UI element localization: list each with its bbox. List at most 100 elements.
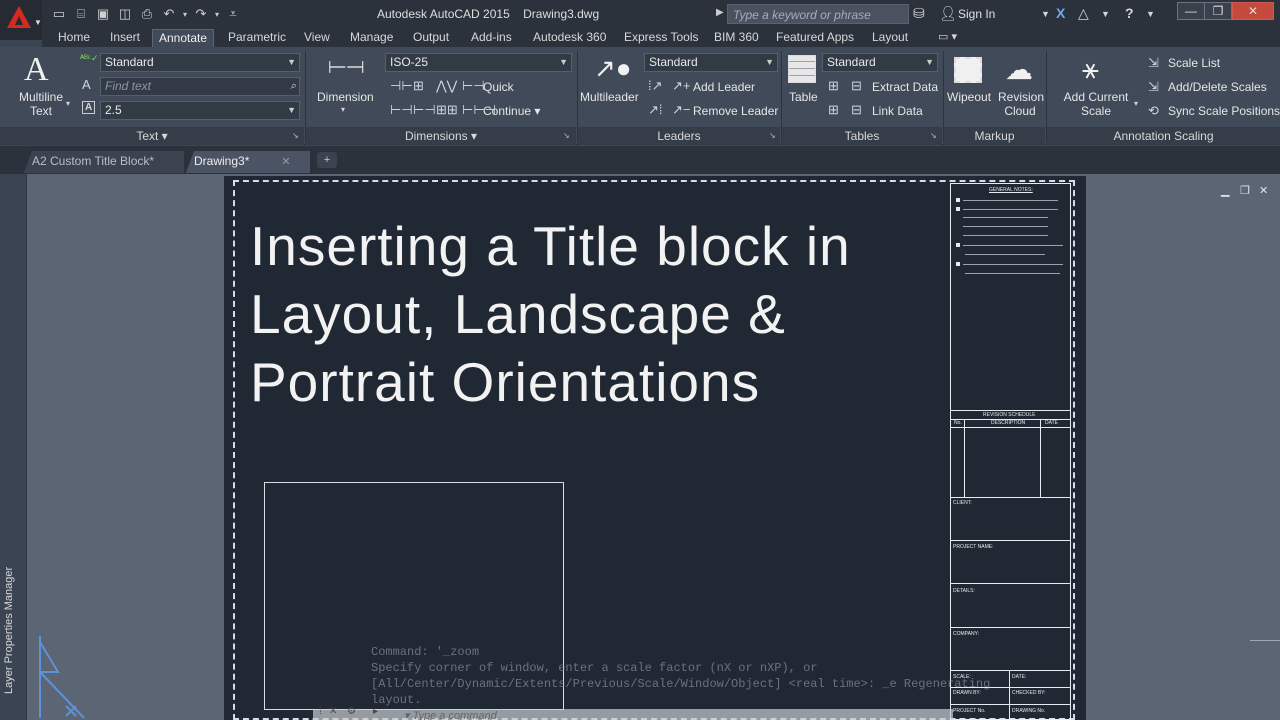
add-delete-scales-button[interactable]: Add/Delete Scales bbox=[1168, 80, 1267, 94]
multileader-icon[interactable]: ↗● bbox=[594, 53, 632, 84]
file-tab-a2-custom-title-block[interactable]: A2 Custom Title Block* bbox=[24, 151, 184, 173]
table-icon[interactable] bbox=[788, 55, 816, 83]
tab-layout[interactable]: Layout bbox=[866, 29, 914, 47]
extract-data-icon[interactable]: ⊟ bbox=[851, 78, 862, 94]
panel-options-icon[interactable]: ▭ ▾ bbox=[932, 29, 963, 47]
collect-leaders-icon[interactable]: ↗⁞ bbox=[648, 102, 663, 118]
new-icon[interactable]: ▭ bbox=[48, 6, 70, 22]
help-icon[interactable]: ? bbox=[1125, 5, 1134, 21]
chevron-down-icon[interactable]: ▼ bbox=[1146, 9, 1155, 19]
add-current-scale-button[interactable]: Add Current Scale bbox=[1061, 90, 1131, 118]
download-from-source-icon[interactable]: ⊞ bbox=[828, 78, 839, 94]
dialog-launcher-icon[interactable]: ↘ bbox=[292, 131, 299, 140]
binoculars-icon[interactable]: ⛁ bbox=[913, 5, 925, 22]
multileader-button[interactable]: Multileader bbox=[580, 90, 639, 104]
text-style-select[interactable]: Standard ▼ bbox=[100, 53, 300, 72]
table-style-select[interactable]: Standard ▼ bbox=[822, 53, 938, 72]
align-leaders-icon[interactable]: ⁞↗ bbox=[648, 78, 663, 94]
chevron-down-icon[interactable]: ▾ bbox=[341, 105, 345, 114]
link-data-icon[interactable]: ⊟ bbox=[851, 102, 862, 118]
plot-icon[interactable]: ⎙ bbox=[136, 6, 158, 22]
quick-dimension-button[interactable]: Quick bbox=[483, 80, 514, 94]
dimension-icon[interactable]: ⟝⟞ bbox=[328, 53, 365, 79]
tab-featured-apps[interactable]: Featured Apps bbox=[770, 29, 860, 47]
chevron-down-icon[interactable]: ▼ bbox=[1041, 9, 1050, 19]
customize-toolbar-icon[interactable]: ⩡ bbox=[222, 6, 244, 22]
dimensions-panel-title[interactable]: Dimensions ▾ bbox=[306, 127, 576, 145]
table-button[interactable]: Table bbox=[789, 90, 818, 104]
close-command-line-icon[interactable]: ✕ bbox=[329, 706, 337, 717]
dimension-button[interactable]: Dimension bbox=[317, 90, 374, 104]
find-text-input[interactable]: Find text ⌕ bbox=[100, 77, 300, 96]
quick-dimension-icon[interactable]: ⊢⊣ bbox=[462, 78, 485, 94]
viewport-close-button[interactable]: ✕ bbox=[1259, 184, 1268, 197]
viewport-minimize-button[interactable]: ▁ bbox=[1221, 184, 1229, 197]
dim-break-icon[interactable]: ⊣⊢ bbox=[390, 78, 413, 94]
sign-in-button[interactable]: Sign In bbox=[958, 7, 995, 21]
autodesk-360-icon[interactable]: △ bbox=[1078, 5, 1089, 22]
dim-oblique-icon[interactable]: ⊢⊣ bbox=[413, 102, 436, 118]
dialog-launcher-icon[interactable]: ↘ bbox=[563, 131, 570, 140]
tab-view[interactable]: View bbox=[298, 29, 336, 47]
title-block[interactable]: GENERAL NOTES: REVISION SCHEDULE No. DES… bbox=[950, 183, 1071, 720]
dim-override-icon[interactable]: ⊞⊞ bbox=[436, 102, 458, 118]
wipeout-icon[interactable] bbox=[954, 57, 982, 83]
upload-to-source-icon[interactable]: ⊞ bbox=[828, 102, 839, 118]
dim-space-icon[interactable]: ⊢⊣ bbox=[390, 102, 413, 118]
open-icon[interactable]: ⌸ bbox=[70, 6, 92, 22]
scale-list-icon[interactable]: ⇲ bbox=[1148, 55, 1159, 71]
text-panel-title[interactable]: Text ▾ bbox=[0, 127, 304, 145]
dimension-style-select[interactable]: ISO-25 ▼ bbox=[385, 53, 572, 72]
tab-home[interactable]: Home bbox=[52, 29, 96, 47]
tab-annotate[interactable]: Annotate bbox=[152, 29, 215, 47]
add-current-scale-icon[interactable]: ⚹ bbox=[1082, 53, 1099, 86]
chevron-down-icon[interactable]: ▼ bbox=[1101, 9, 1110, 19]
dim-inspect-icon[interactable]: ⋀⋁ bbox=[436, 78, 457, 94]
remove-leader-button[interactable]: Remove Leader bbox=[693, 104, 778, 118]
add-leader-icon[interactable]: ↗+ bbox=[672, 78, 690, 94]
extract-data-button[interactable]: Extract Data bbox=[872, 80, 938, 94]
file-tab-drawing3[interactable]: Drawing3* ✕ bbox=[186, 151, 310, 173]
sync-scale-positions-icon[interactable]: ⟲ bbox=[1148, 103, 1159, 119]
tab-parametric[interactable]: Parametric bbox=[222, 29, 292, 47]
multiline-text-button[interactable]: Multiline Text bbox=[17, 90, 65, 118]
spell-check-icon[interactable]: ᴬᴮᶜ✓ bbox=[80, 53, 99, 64]
multileader-style-select[interactable]: Standard ▼ bbox=[644, 53, 778, 72]
link-data-button[interactable]: Link Data bbox=[872, 104, 923, 118]
wipeout-button[interactable]: Wipeout bbox=[947, 90, 991, 104]
dialog-launcher-icon[interactable]: ↘ bbox=[930, 131, 937, 140]
add-delete-scales-icon[interactable]: ⇲ bbox=[1148, 79, 1159, 95]
command-grip-icon[interactable]: ⁞ bbox=[319, 706, 322, 717]
revision-cloud-button[interactable]: Revision Cloud bbox=[998, 90, 1044, 118]
application-menu-button[interactable]: ▼ bbox=[0, 0, 42, 40]
search-input[interactable]: Type a keyword or phrase bbox=[727, 4, 909, 24]
tab-insert[interactable]: Insert bbox=[104, 29, 146, 47]
tab-manage[interactable]: Manage bbox=[344, 29, 399, 47]
dialog-launcher-icon[interactable]: ↘ bbox=[769, 131, 776, 140]
scale-list-button[interactable]: Scale List bbox=[1168, 56, 1220, 70]
maximize-button[interactable]: ❐ bbox=[1204, 2, 1232, 20]
save-as-icon[interactable]: ◫ bbox=[114, 6, 136, 22]
add-leader-button[interactable]: Add Leader bbox=[693, 80, 755, 94]
tab-add-ins[interactable]: Add-ins bbox=[465, 29, 518, 47]
remove-leader-icon[interactable]: ↗− bbox=[672, 102, 690, 118]
close-tab-icon[interactable]: ✕ bbox=[281, 156, 290, 168]
new-tab-button[interactable]: + bbox=[317, 152, 337, 168]
revision-cloud-icon[interactable]: ☁ bbox=[1005, 53, 1033, 86]
multiline-text-icon[interactable]: A bbox=[24, 51, 49, 89]
chevron-down-icon[interactable]: ▾ bbox=[66, 99, 70, 108]
undo-icon[interactable]: ↶ bbox=[158, 6, 180, 22]
layer-properties-palette[interactable]: Layer Properties Manager bbox=[0, 174, 27, 720]
text-height-select[interactable]: 2.5 ▼ bbox=[100, 101, 300, 120]
continue-dimension-button[interactable]: Continue ▾ bbox=[483, 104, 540, 118]
sync-scale-positions-button[interactable]: Sync Scale Positions bbox=[1168, 104, 1280, 118]
command-input[interactable]: ▾ Type a command bbox=[404, 709, 497, 720]
save-icon[interactable]: ▣ bbox=[92, 6, 114, 22]
chevron-down-icon[interactable]: ▾ bbox=[1134, 99, 1138, 108]
tab-output[interactable]: Output bbox=[407, 29, 455, 47]
exchange-apps-icon[interactable]: X bbox=[1056, 5, 1065, 21]
customize-command-line-icon[interactable]: ⚙ bbox=[347, 706, 356, 717]
close-button[interactable]: ✕ bbox=[1232, 2, 1274, 20]
tab-express-tools[interactable]: Express Tools bbox=[618, 29, 704, 47]
tab-bim-360[interactable]: BIM 360 bbox=[708, 29, 765, 47]
